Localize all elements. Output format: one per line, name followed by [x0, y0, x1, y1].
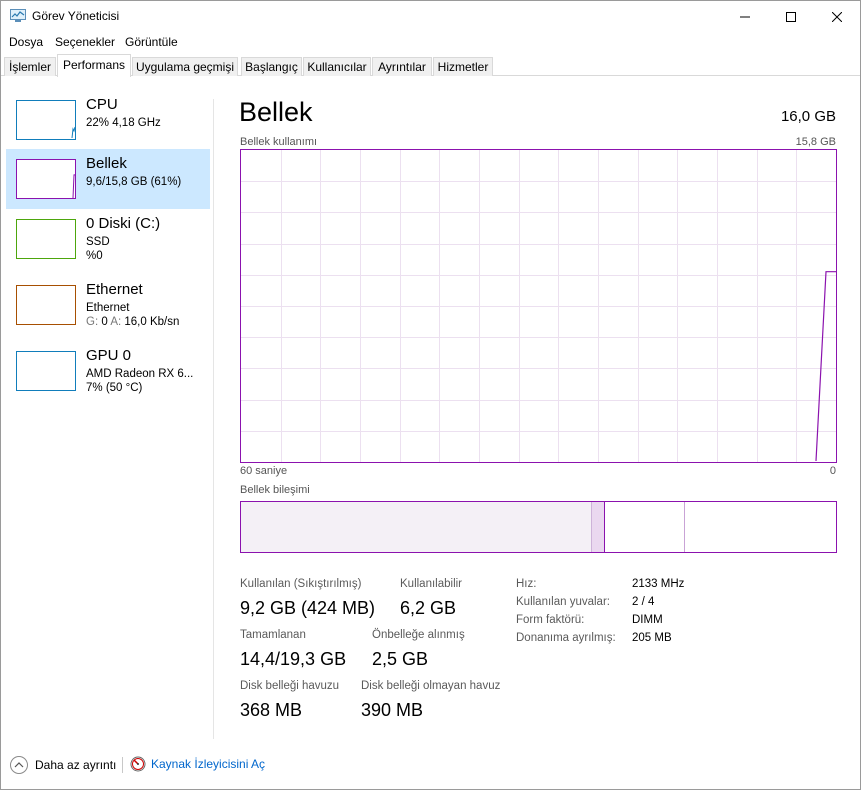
footer: Daha az ayrıntı Kaynak İzleyicisini Aç [1, 746, 860, 786]
composition-free[interactable] [686, 502, 836, 552]
maximize-icon [786, 11, 796, 22]
memory-mini-line [72, 174, 75, 198]
gpu-usage: 7% (50 °C) [86, 382, 143, 394]
ethernet-send-label: G: [86, 316, 99, 328]
speed-value: 2133 MHz [632, 578, 685, 590]
composition-standby[interactable] [605, 502, 685, 552]
slots-used-label: Kullanılan yuvalar: [516, 596, 610, 608]
tab-app-history[interactable]: Uygulama geçmişi [132, 57, 238, 76]
window-title: Görev Yöneticisi [32, 9, 120, 23]
available-value: 6,2 GB [400, 598, 457, 618]
composition-in-use[interactable] [241, 502, 591, 552]
available-label: Kullanılabilir [400, 578, 463, 590]
graph-time-axis-left: 60 saniye [240, 465, 288, 477]
memory-mini-graph [16, 159, 76, 199]
tab-performance[interactable]: Performans [57, 54, 131, 77]
resource-monitor-label: Kaynak İzleyicisini Aç [151, 757, 266, 771]
cached-label: Önbelleğe alınmış [372, 629, 465, 641]
speed-label: Hız: [516, 578, 537, 590]
sidebar-item-memory[interactable]: Bellek 9,6/15,8 GB (61%) [6, 149, 210, 209]
cpu-title: CPU [86, 96, 118, 113]
memory-composition-label: Bellek bileşimi [240, 484, 310, 496]
tab-startup[interactable]: Başlangıç [241, 57, 302, 76]
sidebar-item-disk[interactable]: 0 Diski (C:) SSD %0 [6, 209, 210, 269]
sidebar-item-gpu[interactable]: GPU 0 AMD Radeon RX 6... 7% (50 °C) [6, 341, 210, 401]
open-resource-monitor-link[interactable]: Kaynak İzleyicisini Aç [130, 756, 265, 772]
maximize-button[interactable] [768, 1, 814, 32]
nonpaged-pool-label: Disk belleği olmayan havuz [361, 680, 501, 692]
task-manager-app-icon [10, 9, 26, 22]
ethernet-throughput: G: 0 A: 16,0 Kb/sn [86, 316, 179, 328]
title-bar[interactable]: Görev Yöneticisi [1, 1, 860, 32]
sidebar-item-cpu[interactable]: CPU 22% 4,18 GHz [6, 90, 210, 150]
memory-usage: 9,6/15,8 GB (61%) [86, 176, 182, 188]
task-manager-window: Görev Yöneticisi Dosya Seçenekler Görünt… [0, 0, 861, 790]
tab-services[interactable]: Hizmetler [433, 57, 493, 76]
cpu-mini-line [71, 126, 75, 139]
memory-title: Bellek [86, 155, 127, 172]
tab-bar: İşlemler Performans Uygulama geçmişi Baş… [1, 54, 860, 77]
disk-usage: %0 [86, 250, 103, 262]
form-factor-value: DIMM [632, 614, 663, 626]
memory-total: 16,0 GB [780, 108, 836, 125]
committed-value: 14,4/19,3 GB [240, 649, 347, 669]
tab-users[interactable]: Kullanıcılar [303, 57, 371, 76]
hardware-reserved-value: 205 MB [632, 632, 672, 644]
ethernet-mini-graph [16, 285, 76, 325]
disk-type: SSD [86, 236, 110, 248]
close-icon [832, 11, 842, 22]
resource-sidebar: CPU 22% 4,18 GHz Bellek 9,6/15,8 GB (61%… [1, 77, 213, 737]
disk-mini-graph [16, 219, 76, 259]
in-use-label: Kullanılan (Sıkıştırılmış) [240, 578, 362, 590]
ethernet-receive-value: 16,0 Kb/sn [124, 316, 180, 328]
graph-time-axis-right: 0 [829, 465, 836, 477]
minimize-button[interactable] [722, 1, 768, 32]
page-title: Bellek [239, 97, 313, 127]
sidebar-divider [213, 99, 214, 739]
fewer-details-label: Daha az ayrıntı [35, 758, 117, 772]
minimize-icon [740, 16, 750, 17]
committed-label: Tamamlanan [240, 629, 306, 641]
tab-processes[interactable]: İşlemler [4, 57, 56, 76]
paged-pool-value: 368 MB [240, 700, 303, 720]
slots-used-value: 2 / 4 [632, 596, 655, 608]
gpu-mini-graph [16, 351, 76, 391]
tab-details[interactable]: Ayrıntılar [372, 57, 432, 76]
memory-usage-max: 15,8 GB [795, 136, 836, 148]
disk-title: 0 Diski (C:) [86, 215, 161, 232]
resource-monitor-icon [130, 756, 146, 772]
menu-bar: Dosya Seçenekler Görüntüle [1, 32, 860, 52]
composition-modified[interactable] [591, 502, 605, 552]
menu-view[interactable]: Görüntüle [125, 35, 178, 49]
cached-value: 2,5 GB [372, 649, 429, 669]
footer-divider [122, 757, 123, 773]
menu-file[interactable]: Dosya [9, 35, 43, 49]
gpu-title: GPU 0 [86, 347, 132, 364]
memory-usage-graph [240, 149, 837, 463]
ethernet-receive-label: A: [110, 316, 122, 328]
form-factor-label: Form faktörü: [516, 614, 585, 626]
ethernet-name: Ethernet [86, 302, 130, 314]
cpu-mini-graph [16, 100, 76, 140]
memory-usage-line [815, 271, 836, 462]
paged-pool-label: Disk belleği havuzu [240, 680, 340, 692]
close-button[interactable] [814, 1, 860, 32]
menu-options[interactable]: Seçenekler [55, 35, 115, 49]
memory-usage-label: Bellek kullanımı [240, 136, 318, 148]
cpu-usage: 22% 4,18 GHz [86, 117, 161, 129]
fewer-details-button[interactable]: Daha az ayrıntı [10, 756, 116, 774]
hardware-reserved-label: Donanıma ayrılmış: [516, 632, 616, 644]
sidebar-item-ethernet[interactable]: Ethernet Ethernet G: 0 A: 16,0 Kb/sn [6, 275, 210, 335]
in-use-value: 9,2 GB (424 MB) [240, 598, 376, 618]
memory-usage-graph-svg [241, 150, 836, 462]
gpu-model: AMD Radeon RX 6... [86, 368, 194, 380]
chevron-up-icon [10, 756, 28, 774]
ethernet-send-value: 0 [101, 316, 108, 328]
ethernet-title: Ethernet [86, 281, 143, 298]
memory-composition-bar [240, 501, 837, 553]
nonpaged-pool-value: 390 MB [361, 700, 424, 720]
